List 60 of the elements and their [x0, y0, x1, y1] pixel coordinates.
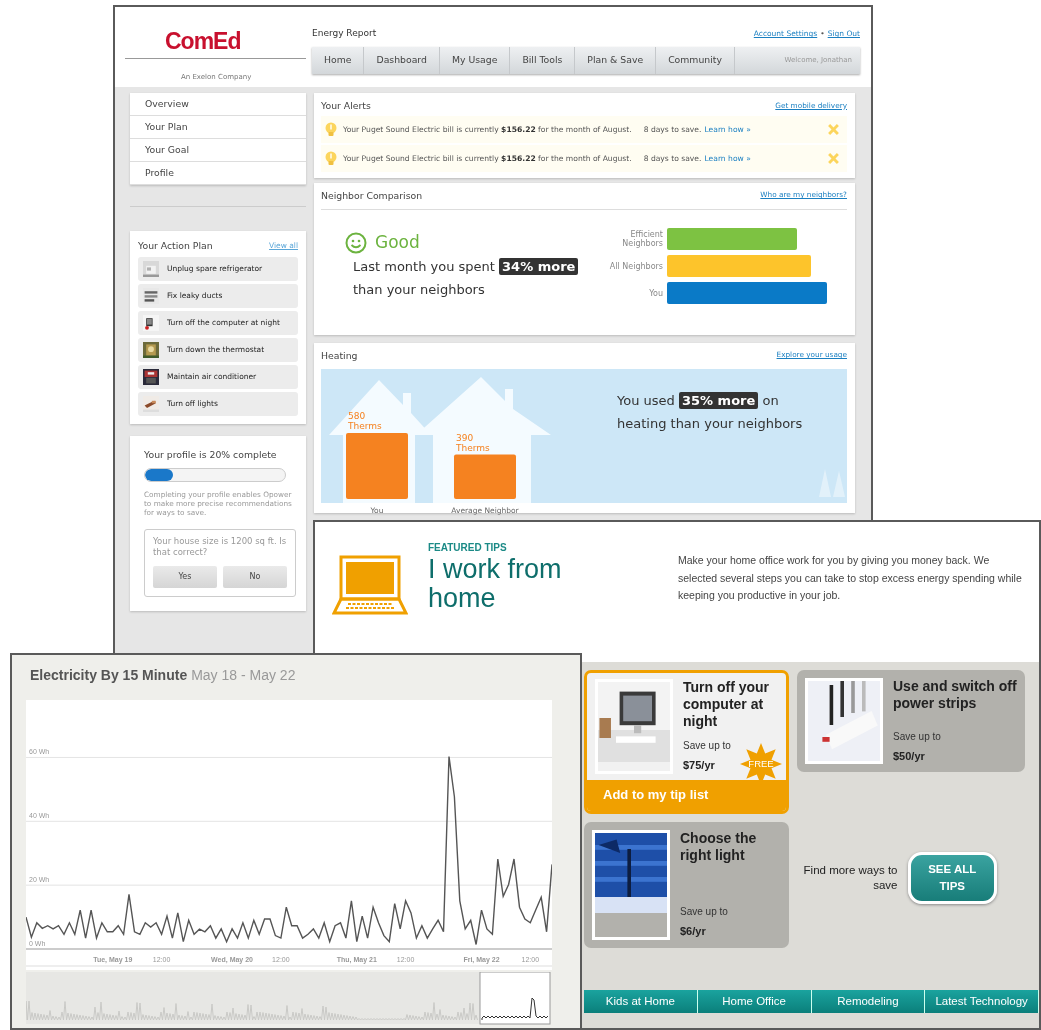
category-tab[interactable]: Kids at Home — [584, 990, 698, 1013]
nav-tab[interactable]: My Usage — [439, 46, 511, 74]
tip-title: Turn off your computer at night — [683, 679, 771, 730]
nav-tab[interactable]: Plan & Save — [575, 46, 657, 74]
close-icon[interactable] — [828, 123, 839, 135]
save-label: Save up to — [683, 739, 732, 753]
close-icon[interactable] — [828, 152, 839, 164]
tip-card[interactable]: Turn off your computer at night Save up to $75/yr FREE Add to my tip list — [584, 670, 789, 814]
tree-drawing — [817, 468, 847, 499]
heating-summary: You used 35% more on heating than your neighbors — [617, 390, 804, 433]
rating-text: Good — [375, 230, 420, 254]
comparison-summary: Last month you spent 34% more than your neighbors — [353, 255, 593, 302]
date-range: May 18 - May 22 — [191, 666, 296, 685]
panel-title: Neighbor Comparison — [321, 188, 423, 203]
answer-button[interactable]: No — [223, 565, 287, 588]
section-label: FEATURED TIPS — [428, 541, 508, 555]
tip-title: Choose the right light — [680, 830, 758, 864]
nav-tab[interactable]: Community — [656, 46, 735, 74]
tips-description: Make your home office work for you by giving you money back. We selected several steps you can take to stop excess energy spending while keeping you productive in your job. — [678, 553, 1023, 603]
value-label: 580 Therms — [348, 410, 382, 431]
nav-tab[interactable]: Dashboard — [364, 46, 440, 74]
tips-heading: I work from home — [428, 555, 563, 613]
value-label: 390 Therms — [456, 432, 490, 453]
profile-status: Your profile is 20% complete — [144, 447, 278, 462]
see-all-tips-button[interactable]: SEE ALL TIPS — [907, 851, 997, 905]
laptop-icon — [332, 555, 408, 617]
sidebar-item[interactable]: Overview — [130, 93, 306, 116]
category-tab[interactable]: Latest Technology — [925, 990, 1039, 1013]
panel-title: Your Alerts — [321, 99, 371, 113]
save-label: Save up to — [893, 729, 942, 744]
category-tab[interactable]: Home Office — [697, 990, 812, 1013]
bar-label: All Neighbors — [608, 261, 663, 271]
bar-label: You — [648, 288, 663, 298]
more-tips-text: Find more ways to save — [802, 863, 898, 893]
smiley-icon — [345, 231, 367, 254]
bulb-icon — [325, 151, 337, 166]
card-title: Your Action Plan — [138, 239, 213, 253]
category-tab[interactable]: Remodeling — [811, 990, 926, 1013]
save-label: Save up to — [680, 905, 729, 919]
save-amount: $50/yr — [893, 748, 925, 764]
bar — [346, 432, 408, 499]
logo-wordmark: ComEd — [165, 29, 241, 53]
nav-tab[interactable]: Home — [312, 46, 365, 74]
nav-tab[interactable]: Bill Tools — [510, 46, 576, 74]
tip-title: Use and switch off power strips — [893, 678, 1017, 712]
report-title: Energy Report — [312, 27, 377, 40]
tip-card[interactable]: Use and switch off power strips Save up to $50/yr — [797, 670, 1025, 772]
save-amount: $6/yr — [680, 924, 706, 939]
sidebar-item[interactable]: Your Goal — [130, 139, 306, 162]
bulb-icon — [325, 122, 337, 137]
tip-card[interactable]: Choose the right light Save up to $6/yr — [584, 822, 789, 948]
bar-label: Efficient Neighbors — [621, 230, 663, 249]
question-text: Your house size is 1200 sq ft. Is that correct? — [153, 535, 287, 558]
chart-title: Electricity By 15 Minute — [30, 666, 188, 685]
sidebar-item[interactable]: Profile — [130, 162, 306, 185]
panel-title: Heating — [321, 348, 358, 363]
save-amount: $75/yr — [683, 758, 715, 773]
bar — [454, 454, 516, 499]
sidebar-item[interactable]: Your Plan — [130, 116, 306, 139]
answer-button[interactable]: Yes — [153, 565, 217, 588]
